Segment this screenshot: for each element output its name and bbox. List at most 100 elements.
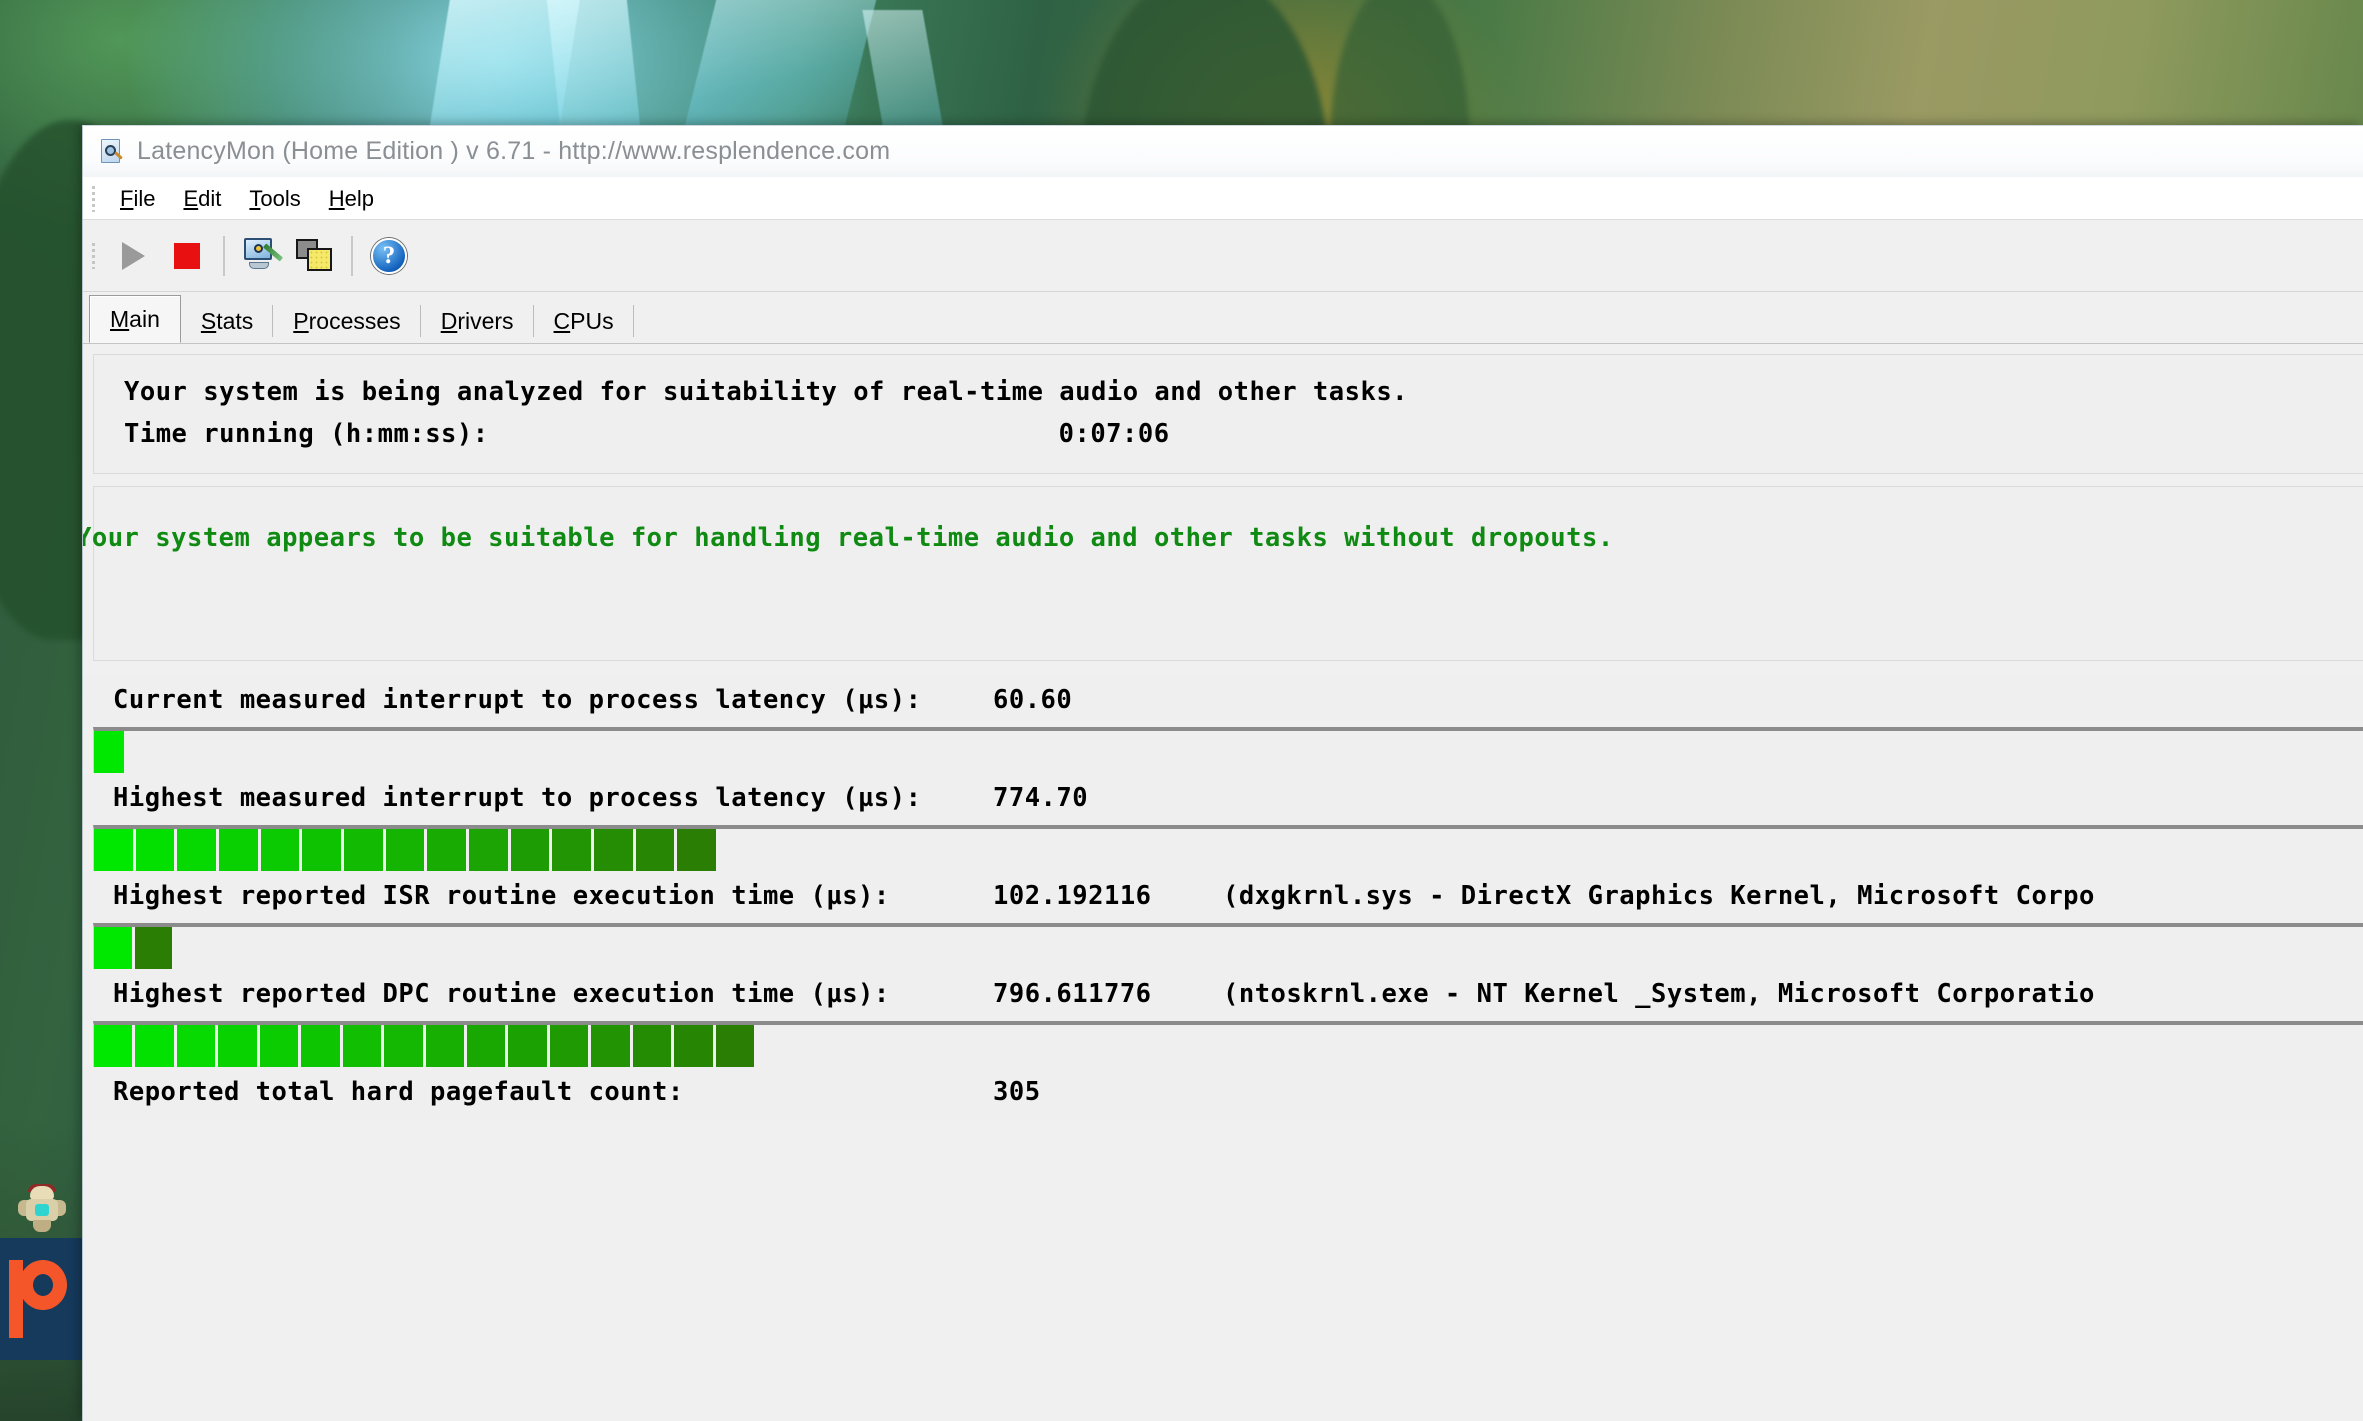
progress-segment <box>510 829 550 871</box>
patreon-logo-icon <box>9 1260 67 1338</box>
progress-segment <box>218 829 258 871</box>
progress-segment <box>218 1025 257 1067</box>
metric-row: Current measured interrupt to process la… <box>83 675 2363 727</box>
progress-segment <box>343 829 383 871</box>
metric-progress-fill <box>94 927 172 969</box>
menu-help-accel: H <box>328 185 345 211</box>
copy-report-button[interactable] <box>288 229 342 283</box>
metric-progress-fill <box>94 1025 754 1067</box>
tab-stats[interactable]: Stats <box>181 299 274 343</box>
metric-value: 774.70 <box>993 783 1089 813</box>
menu-help-rest: elp <box>344 185 375 211</box>
progress-segment <box>593 829 633 871</box>
verdict-panel: Your system appears to be suitable for h… <box>83 486 2363 661</box>
menu-item-file[interactable]: File <box>106 184 169 214</box>
menu-bar: File Edit Tools Help <box>83 178 2363 220</box>
metric-label: Reported total hard pagefault count: <box>113 1077 684 1107</box>
menu-file-accel: F <box>120 185 134 211</box>
progress-segment <box>632 1025 672 1067</box>
tab-processes[interactable]: Processes <box>273 299 421 343</box>
tab-stats-accel: S <box>200 307 217 334</box>
progress-segment <box>549 1025 589 1067</box>
tab-main-rest: ain <box>129 305 160 332</box>
progress-segment <box>466 1025 506 1067</box>
tab-drivers-rest: rivers <box>457 307 514 334</box>
metric-value: 102.192116 <box>993 881 1152 911</box>
progress-segment <box>259 1025 299 1067</box>
tab-main[interactable]: Main <box>89 295 181 343</box>
menu-file-rest: ile <box>133 185 156 211</box>
menu-tools-rest: ools <box>260 185 301 211</box>
progress-segment <box>134 927 172 969</box>
metric-progress-bar <box>93 825 2363 871</box>
toolbar-separator <box>223 235 225 276</box>
progress-segment <box>591 1025 630 1067</box>
progress-segment <box>552 829 591 871</box>
help-button[interactable]: ? <box>362 229 416 283</box>
metric-row: Highest measured interrupt to process la… <box>83 773 2363 825</box>
metric-row: Highest reported ISR routine execution t… <box>83 871 2363 923</box>
patreon-badge[interactable] <box>0 1238 82 1360</box>
progress-segment <box>94 927 132 969</box>
metric-value: 796.611776 <box>993 979 1152 1009</box>
analysis-headline: Your system is being analyzed for suitab… <box>124 377 1409 407</box>
metric-progress-bar <box>93 1021 2363 1067</box>
start-monitoring-button[interactable] <box>106 229 160 283</box>
stop-icon <box>174 242 200 269</box>
metric-value: 60.60 <box>993 685 1073 715</box>
time-running-label: Time running (h:mm:ss): <box>124 419 489 449</box>
play-icon <box>121 241 145 270</box>
verdict-text: Your system appears to be suitable for h… <box>82 523 1614 553</box>
metric-value: 305 <box>993 1077 1041 1107</box>
title-bar[interactable]: LatencyMon (Home Edition ) v 6.71 - http… <box>83 126 2363 178</box>
latencymon-window: LatencyMon (Home Edition ) v 6.71 - http… <box>82 125 2363 1421</box>
progress-segment <box>302 829 341 871</box>
menu-tools-accel: T <box>249 185 261 211</box>
copy-icon <box>296 238 334 273</box>
metric-progress-bar <box>93 923 2363 969</box>
metrics-list: Current measured interrupt to process la… <box>83 675 2363 1119</box>
metric-row: Reported total hard pagefault count: 305 <box>83 1067 2363 1119</box>
progress-segment <box>674 1025 713 1067</box>
metric-label: Current measured interrupt to process la… <box>113 685 922 715</box>
progress-segment <box>468 829 508 871</box>
time-running-value: 0:07:06 <box>1058 419 1170 449</box>
monitor-pen-icon <box>242 237 284 274</box>
menu-drag-grip[interactable] <box>91 185 98 212</box>
metric-label: Highest reported DPC routine execution t… <box>113 979 890 1009</box>
metric-row: Highest reported DPC routine execution t… <box>83 969 2363 1021</box>
toolbar-drag-grip[interactable] <box>91 242 98 269</box>
menu-item-help[interactable]: Help <box>315 184 388 214</box>
tab-strip: Main Stats Processes Drivers CPUs <box>83 292 2363 344</box>
metric-progress-fill <box>94 829 716 871</box>
progress-segment <box>677 829 716 871</box>
progress-segment <box>342 1025 382 1067</box>
tab-cpus-rest: PUs <box>570 307 614 334</box>
progress-segment <box>94 1025 133 1067</box>
toolbar-separator <box>351 235 353 276</box>
progress-segment <box>135 1025 174 1067</box>
help-icon: ? <box>371 237 407 274</box>
main-tab-content: Your system is being analyzed for suitab… <box>83 344 2363 1421</box>
tab-cpus[interactable]: CPUs <box>534 299 634 343</box>
progress-segment <box>176 1025 216 1067</box>
metric-source: (ntoskrnl.exe - NT Kernel _System, Micro… <box>1223 979 2095 1009</box>
menu-edit-rest: dit <box>198 185 222 211</box>
menu-item-edit[interactable]: Edit <box>169 184 235 214</box>
game-character-sprite <box>18 1184 66 1232</box>
progress-segment <box>260 829 300 871</box>
tab-drivers-accel: D <box>440 307 458 334</box>
stop-monitoring-button[interactable] <box>160 229 214 283</box>
desktop-left-overlay <box>0 1180 82 1421</box>
metric-progress-bar <box>93 727 2363 773</box>
tab-cpus-accel: C <box>553 307 571 334</box>
tab-processes-accel: P <box>293 307 309 334</box>
system-info-button[interactable] <box>234 229 288 283</box>
progress-segment <box>301 1025 340 1067</box>
menu-item-tools[interactable]: Tools <box>235 184 314 214</box>
progress-segment <box>384 1025 423 1067</box>
metric-label: Highest reported ISR routine execution t… <box>113 881 890 911</box>
metric-progress-fill <box>94 731 124 773</box>
progress-segment <box>94 731 124 773</box>
tab-drivers[interactable]: Drivers <box>421 299 534 343</box>
